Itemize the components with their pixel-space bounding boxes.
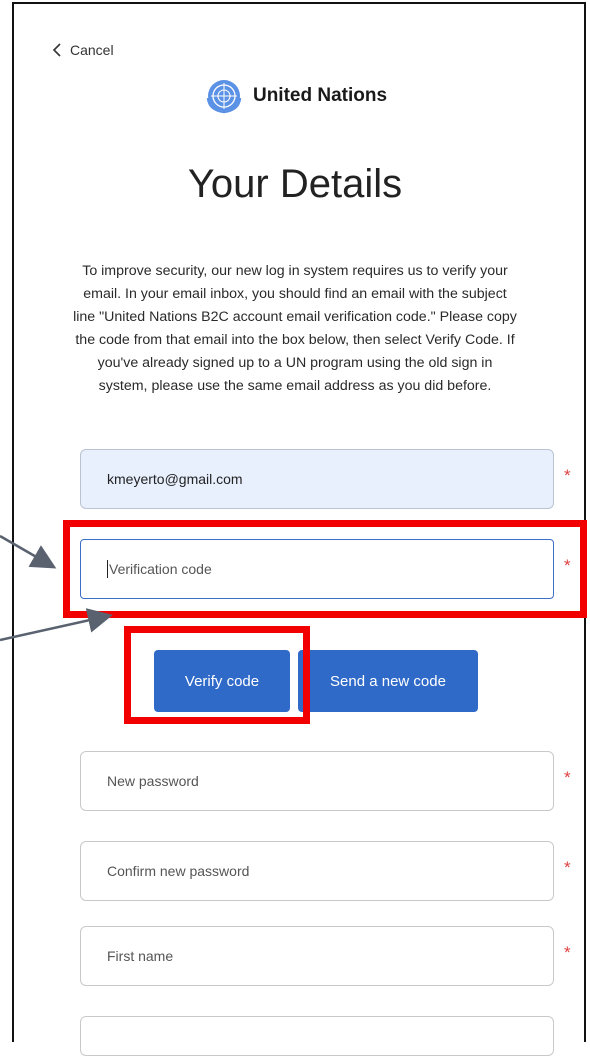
annotation-arrows: [0, 534, 113, 642]
arrow-to-verify-button: [0, 608, 113, 642]
arrow-to-verification-field: [0, 534, 57, 569]
